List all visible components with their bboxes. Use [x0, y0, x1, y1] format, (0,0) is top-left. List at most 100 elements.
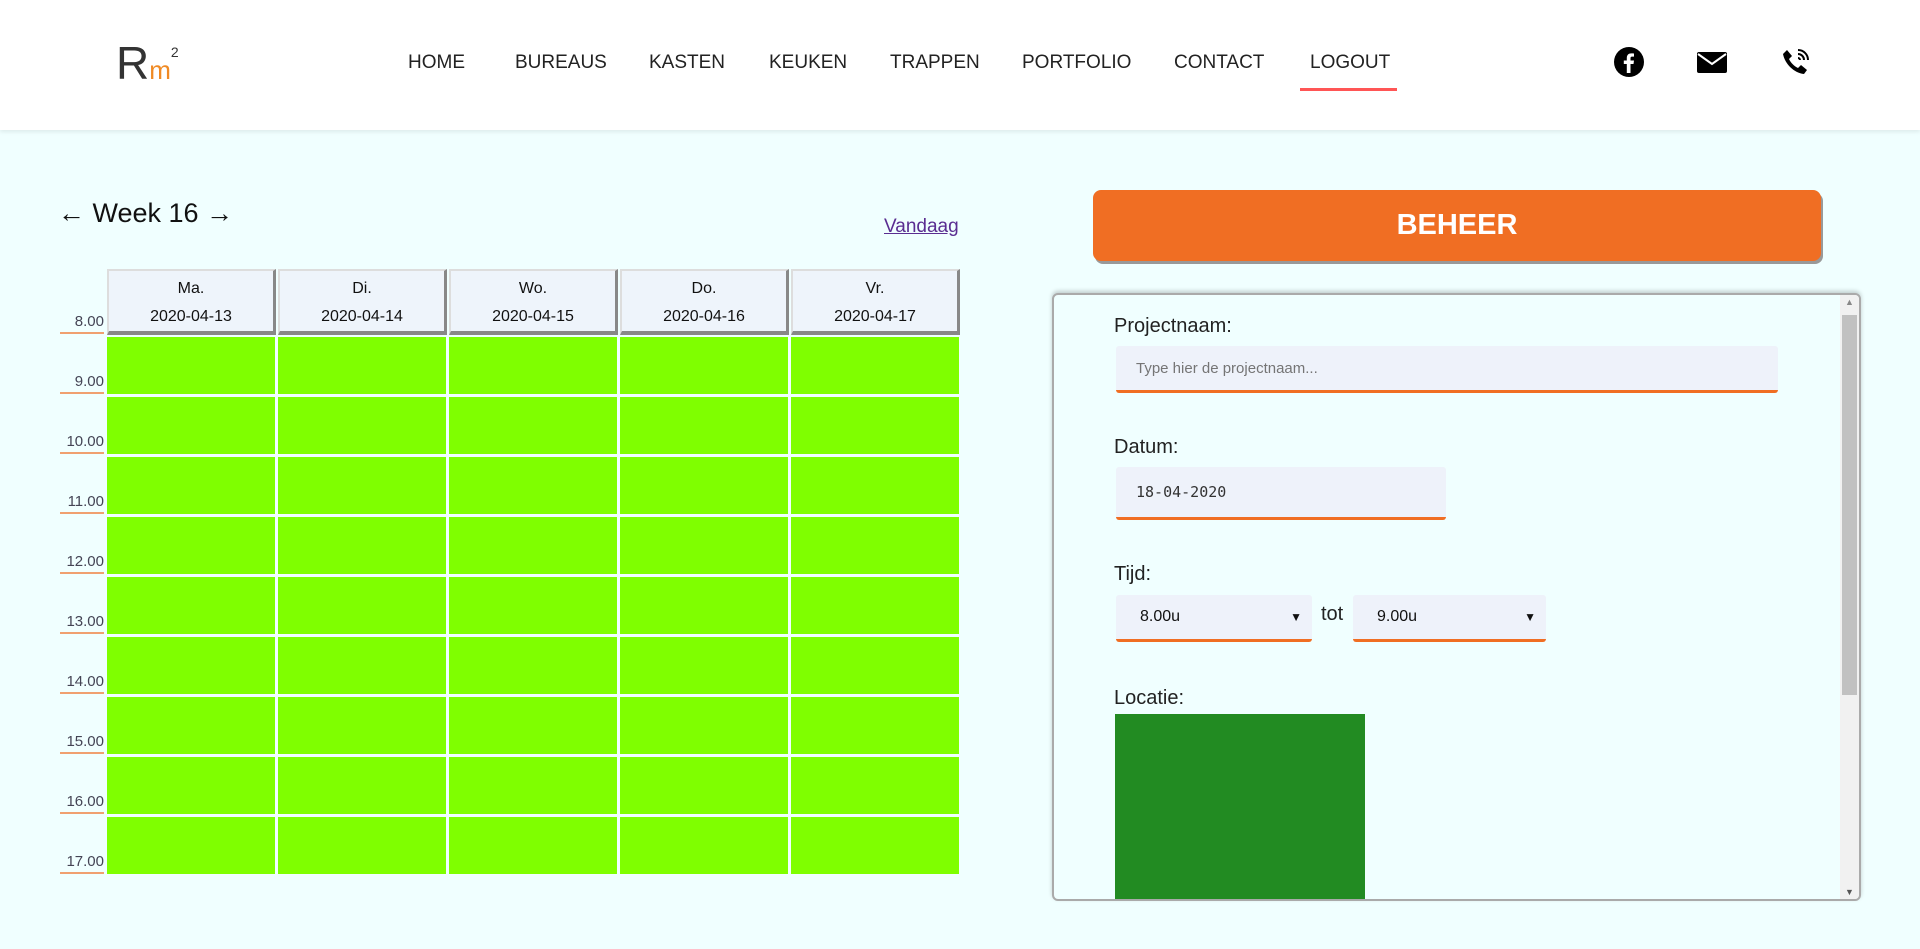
tijd-to-select[interactable]: 9.00u ▼ [1353, 595, 1546, 642]
time-slot[interactable] [278, 337, 446, 394]
day-header: Ma. 2020-04-13 [107, 269, 276, 335]
time-slot[interactable] [791, 577, 959, 634]
nav-trappen[interactable]: TRAPPEN [890, 52, 980, 74]
day-name: Do. [691, 280, 717, 297]
time-slot[interactable] [107, 637, 275, 694]
tijd-to-value: 9.00u [1377, 608, 1418, 625]
time-slot[interactable] [791, 637, 959, 694]
dropdown-arrow-icon: ▼ [1290, 610, 1302, 624]
time-slot[interactable] [278, 517, 446, 574]
time-slot[interactable] [107, 457, 275, 514]
nav-kasten[interactable]: KASTEN [649, 52, 725, 74]
tijd-separator: tot [1321, 603, 1344, 625]
time-slot[interactable] [791, 697, 959, 754]
scrollbar-thumb[interactable] [1842, 315, 1857, 695]
time-slot[interactable] [791, 397, 959, 454]
time-slot[interactable] [791, 817, 959, 874]
facebook-icon[interactable] [1613, 46, 1645, 78]
time-slot[interactable] [278, 697, 446, 754]
logo-r: R [116, 37, 150, 89]
time-slot[interactable] [791, 757, 959, 814]
time-slot[interactable] [449, 697, 617, 754]
projectnaam-input[interactable] [1116, 346, 1778, 393]
time-slot[interactable] [620, 757, 788, 814]
time-slot[interactable] [620, 337, 788, 394]
locatie-label: Locatie: [1114, 687, 1185, 709]
time-slot[interactable] [620, 457, 788, 514]
time-slot[interactable] [449, 457, 617, 514]
dropdown-arrow-icon: ▼ [1524, 610, 1536, 624]
time-slot[interactable] [278, 637, 446, 694]
day-name: Ma. [177, 280, 205, 297]
locatie-map[interactable] [1115, 714, 1365, 899]
time-label: 8.00 [60, 313, 104, 334]
mail-icon[interactable] [1696, 46, 1728, 78]
time-label: 14.00 [60, 673, 104, 694]
time-label: 9.00 [60, 373, 104, 394]
scroll-up-icon[interactable]: ▲ [1845, 297, 1854, 307]
time-slot[interactable] [449, 757, 617, 814]
time-slot[interactable] [620, 577, 788, 634]
logo-m: m [149, 55, 171, 85]
nav-portfolio[interactable]: PORTFOLIO [1022, 52, 1131, 74]
time-slot[interactable] [791, 457, 959, 514]
time-slot[interactable] [449, 817, 617, 874]
time-slot[interactable] [278, 757, 446, 814]
header: Rm2 HOME BUREAUS KASTEN KEUKEN TRAPPEN P… [0, 0, 1920, 130]
time-slot[interactable] [449, 577, 617, 634]
time-slot[interactable] [107, 517, 275, 574]
time-slot[interactable] [449, 337, 617, 394]
time-label: 11.00 [60, 493, 104, 514]
week-label: Week 16 [92, 198, 199, 228]
time-slot[interactable] [107, 577, 275, 634]
logo[interactable]: Rm2 [116, 36, 179, 90]
time-slot[interactable] [278, 397, 446, 454]
day-date: 2020-04-15 [492, 308, 574, 325]
scroll-down-icon[interactable]: ▼ [1845, 887, 1854, 897]
time-slot[interactable] [449, 637, 617, 694]
time-slot[interactable] [278, 457, 446, 514]
time-slot[interactable] [107, 757, 275, 814]
nav-home[interactable]: HOME [408, 52, 465, 74]
tijd-from-select[interactable]: 8.00u ▼ [1116, 595, 1312, 642]
time-slot[interactable] [620, 817, 788, 874]
nav-bureaus[interactable]: BUREAUS [515, 52, 607, 74]
logo-sup: 2 [170, 44, 179, 60]
nav-logout[interactable]: LOGOUT [1310, 52, 1390, 74]
time-slot[interactable] [107, 697, 275, 754]
active-nav-underline [1300, 88, 1397, 91]
time-slot[interactable] [107, 397, 275, 454]
day-header: Wo. 2020-04-15 [449, 269, 618, 335]
time-slot[interactable] [449, 517, 617, 574]
day-date: 2020-04-13 [150, 308, 232, 325]
panel-scrollbar[interactable]: ▲ ▼ [1840, 295, 1859, 899]
time-label: 10.00 [60, 433, 104, 454]
time-slot[interactable] [278, 817, 446, 874]
nav-keuken[interactable]: KEUKEN [769, 52, 847, 74]
next-week-arrow[interactable]: → [206, 198, 233, 228]
phone-icon[interactable] [1780, 46, 1812, 78]
today-link[interactable]: Vandaag [884, 216, 959, 238]
datum-label: Datum: [1114, 436, 1179, 458]
time-slot[interactable] [620, 637, 788, 694]
time-slot[interactable] [791, 337, 959, 394]
day-name: Di. [352, 280, 372, 297]
time-label: 17.00 [60, 853, 104, 874]
prev-week-arrow[interactable]: ← [58, 198, 85, 228]
datum-input[interactable]: 18-04-2020 [1116, 467, 1446, 520]
time-slot[interactable] [107, 817, 275, 874]
time-slot[interactable] [278, 577, 446, 634]
time-slot[interactable] [791, 517, 959, 574]
day-header: Vr. 2020-04-17 [791, 269, 960, 335]
nav-contact[interactable]: CONTACT [1174, 52, 1264, 74]
time-slot[interactable] [620, 697, 788, 754]
time-slot[interactable] [107, 337, 275, 394]
tijd-label: Tijd: [1114, 563, 1152, 585]
time-slot[interactable] [620, 397, 788, 454]
time-slot[interactable] [620, 517, 788, 574]
time-label: 13.00 [60, 613, 104, 634]
beheer-button[interactable]: BEHEER [1093, 190, 1821, 261]
day-name: Vr. [865, 280, 885, 297]
time-slot[interactable] [449, 397, 617, 454]
day-date: 2020-04-17 [834, 308, 916, 325]
